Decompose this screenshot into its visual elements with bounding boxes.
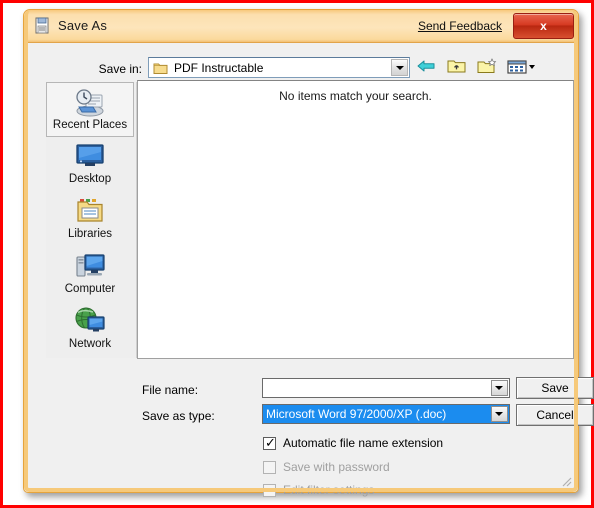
sidebar-item-libraries[interactable]: Libraries [46,192,134,247]
sidebar-item-recent-places[interactable]: Recent Places [46,82,134,137]
save-as-type-value: Microsoft Word 97/2000/XP (.doc) [266,407,447,421]
sidebar-item-computer[interactable]: Computer [46,247,134,302]
sidebar-item-label: Network [68,338,112,350]
recent-places-icon [73,86,107,118]
save-document-icon [34,17,52,35]
save-in-label: Save in: [98,62,142,76]
back-arrow-icon[interactable] [415,55,438,77]
cancel-button[interactable]: Cancel [516,404,594,426]
new-folder-icon[interactable] [476,55,499,77]
checkbox-box [263,461,276,474]
resize-grip[interactable] [559,474,572,487]
folder-icon [153,61,168,75]
sidebar-item-desktop[interactable]: Desktop [46,137,134,192]
libraries-folder-icon [73,195,107,227]
file-name-combobox[interactable] [262,378,510,398]
navigation-toolbar [415,55,542,79]
save-button[interactable]: Save [516,377,594,399]
sidebar-item-label: Libraries [67,228,113,240]
save-in-value: PDF Instructable [174,61,264,75]
save-as-type-label: Save as type: [142,409,215,423]
sidebar-item-label: Computer [64,283,116,295]
dialog-title: Save As [58,18,108,33]
sidebar-item-label: Recent Places [52,119,128,131]
chevron-down-icon[interactable] [391,59,408,76]
desktop-icon [73,140,107,172]
file-name-input[interactable] [265,380,491,398]
check-icon: ✓ [265,435,276,450]
places-sidebar: Recent Places Desktop Libraries Computer… [46,82,137,358]
file-list-panel[interactable]: No items match your search. [137,80,574,359]
checkbox-box[interactable]: ✓ [263,435,276,450]
checkbox-box [263,484,276,497]
send-feedback-link[interactable]: Send Feedback [418,19,502,33]
up-folder-icon[interactable] [445,55,468,77]
chevron-down-icon[interactable] [491,380,508,396]
chevron-down-icon[interactable] [491,406,508,422]
screenshot-annotation-frame: Save As Send Feedback x Save in: PDF Ins… [0,0,594,508]
save-as-dialog: Save As Send Feedback x Save in: PDF Ins… [23,9,594,497]
file-name-label: File name: [142,383,199,397]
file-list-empty-message: No items match your search. [279,89,432,103]
computer-icon [73,250,107,282]
checkbox-label: Edit filter settings [283,483,375,497]
save-in-combobox[interactable]: PDF Instructable [148,57,410,78]
sidebar-item-label: Desktop [68,173,112,185]
checkbox-label: Automatic file name extension [283,436,444,450]
save-as-type-combobox[interactable]: Microsoft Word 97/2000/XP (.doc) [262,404,510,424]
view-menu-icon[interactable] [506,55,538,77]
dialog-titlebar: Save As Send Feedback x [24,10,578,43]
sidebar-item-network[interactable]: Network [46,302,134,357]
close-button[interactable]: x [513,13,574,39]
network-globe-icon [73,305,107,337]
checkbox-label: Save with password [283,460,390,474]
